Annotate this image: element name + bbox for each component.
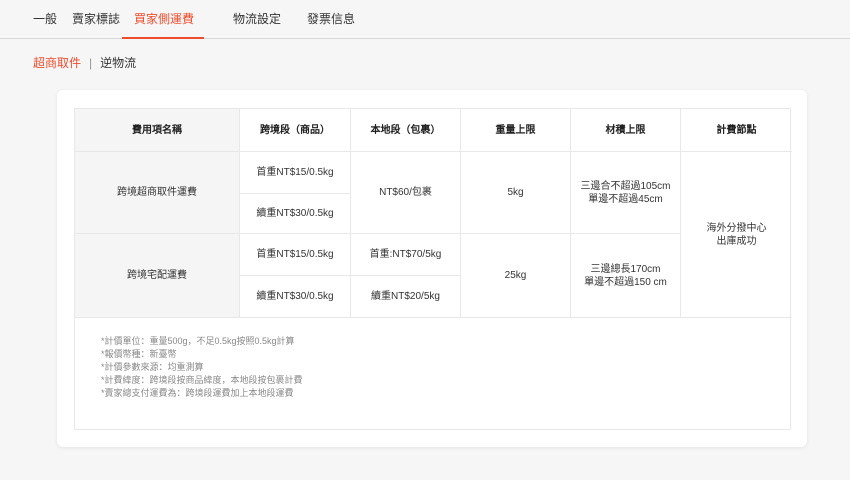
subnav-separator: | <box>89 56 93 70</box>
sub-navigation: 超商取件 | 逆物流 <box>33 55 136 71</box>
row2-cross-first-weight: 首重NT$15/0.5kg <box>240 234 351 276</box>
row2-volume-line2: 單邊不超過150 cm <box>584 276 667 288</box>
row2-volume-line1: 三邊總長170cm <box>590 263 661 275</box>
row2-local-continued-weight: 續重NT$20/5kg <box>351 276 461 318</box>
row2-weight-limit: 25kg <box>461 234 571 318</box>
tab-buyer-shipping-fee[interactable]: 買家側運費 <box>122 0 205 39</box>
header-billing-node: 計費節點 <box>681 109 792 152</box>
note-item: *計價單位：重量500g，不足0.5kg按照0.5kg計算 <box>101 336 295 346</box>
row1-volume-line1: 三邊合不超過105cm <box>580 180 671 192</box>
row1-volume-line2: 單邊不超過45cm <box>588 193 663 205</box>
row1-volume-limit: 三邊合不超過105cm 單邊不超過45cm <box>571 152 681 234</box>
billing-node-cell: 海外分撥中心 出庫成功 <box>681 152 792 318</box>
note-item: *報價幣種：新臺幣 <box>101 349 177 359</box>
notes-section: *計價單位：重量500g，不足0.5kg按照0.5kg計算 *報價幣種：新臺幣 … <box>101 335 303 400</box>
note-item: *計價參數來源：均重測算 <box>101 362 204 372</box>
billing-line1: 海外分撥中心 <box>706 222 767 234</box>
header-cross-border: 跨境段（商品） <box>240 109 351 152</box>
header-volume-limit: 材積上限 <box>571 109 681 152</box>
header-fee-name: 費用項名稱 <box>75 109 240 152</box>
row2-fee-name: 跨境宅配運費 <box>75 234 240 318</box>
row1-local-fee: NT$60/包裹 <box>351 152 461 234</box>
header-local: 本地段（包裹） <box>351 109 461 152</box>
row2-volume-limit: 三邊總長170cm 單邊不超過150 cm <box>571 234 681 318</box>
note-item: *計費緯度：跨境段按商品緯度，本地段按包裹計費 <box>101 375 303 385</box>
tab-logistics-settings[interactable]: 物流設定 <box>233 0 281 39</box>
row1-weight-limit: 5kg <box>461 152 571 234</box>
row1-fee-name: 跨境超商取件運費 <box>75 152 240 234</box>
tab-general[interactable]: 一般 <box>33 0 57 39</box>
subnav-store-pickup[interactable]: 超商取件 <box>33 56 81 70</box>
top-tab-bar: 一般 賣家標誌 買家側運費 物流設定 發票信息 <box>0 0 850 39</box>
subnav-reverse-logistics[interactable]: 逆物流 <box>100 56 136 70</box>
note-item: *賣家總支付運費為：跨境段運費加上本地段運費 <box>101 388 294 398</box>
row2-cross-continued-weight: 續重NT$30/0.5kg <box>240 276 351 318</box>
fee-card: 費用項名稱 跨境段（商品） 本地段（包裹） 重量上限 材積上限 計費節點 跨境超… <box>57 90 807 447</box>
billing-line2: 出庫成功 <box>716 235 757 247</box>
tab-seller-logo[interactable]: 賣家標誌 <box>72 0 120 39</box>
fee-table: 費用項名稱 跨境段（商品） 本地段（包裹） 重量上限 材積上限 計費節點 跨境超… <box>74 108 792 430</box>
row2-local-first-weight: 首重:NT$70/5kg <box>351 234 461 276</box>
header-weight-limit: 重量上限 <box>461 109 571 152</box>
row1-cross-first-weight: 首重NT$15/0.5kg <box>240 152 351 194</box>
tab-invoice-info[interactable]: 發票信息 <box>307 0 355 39</box>
row1-cross-continued-weight: 續重NT$30/0.5kg <box>240 194 351 234</box>
